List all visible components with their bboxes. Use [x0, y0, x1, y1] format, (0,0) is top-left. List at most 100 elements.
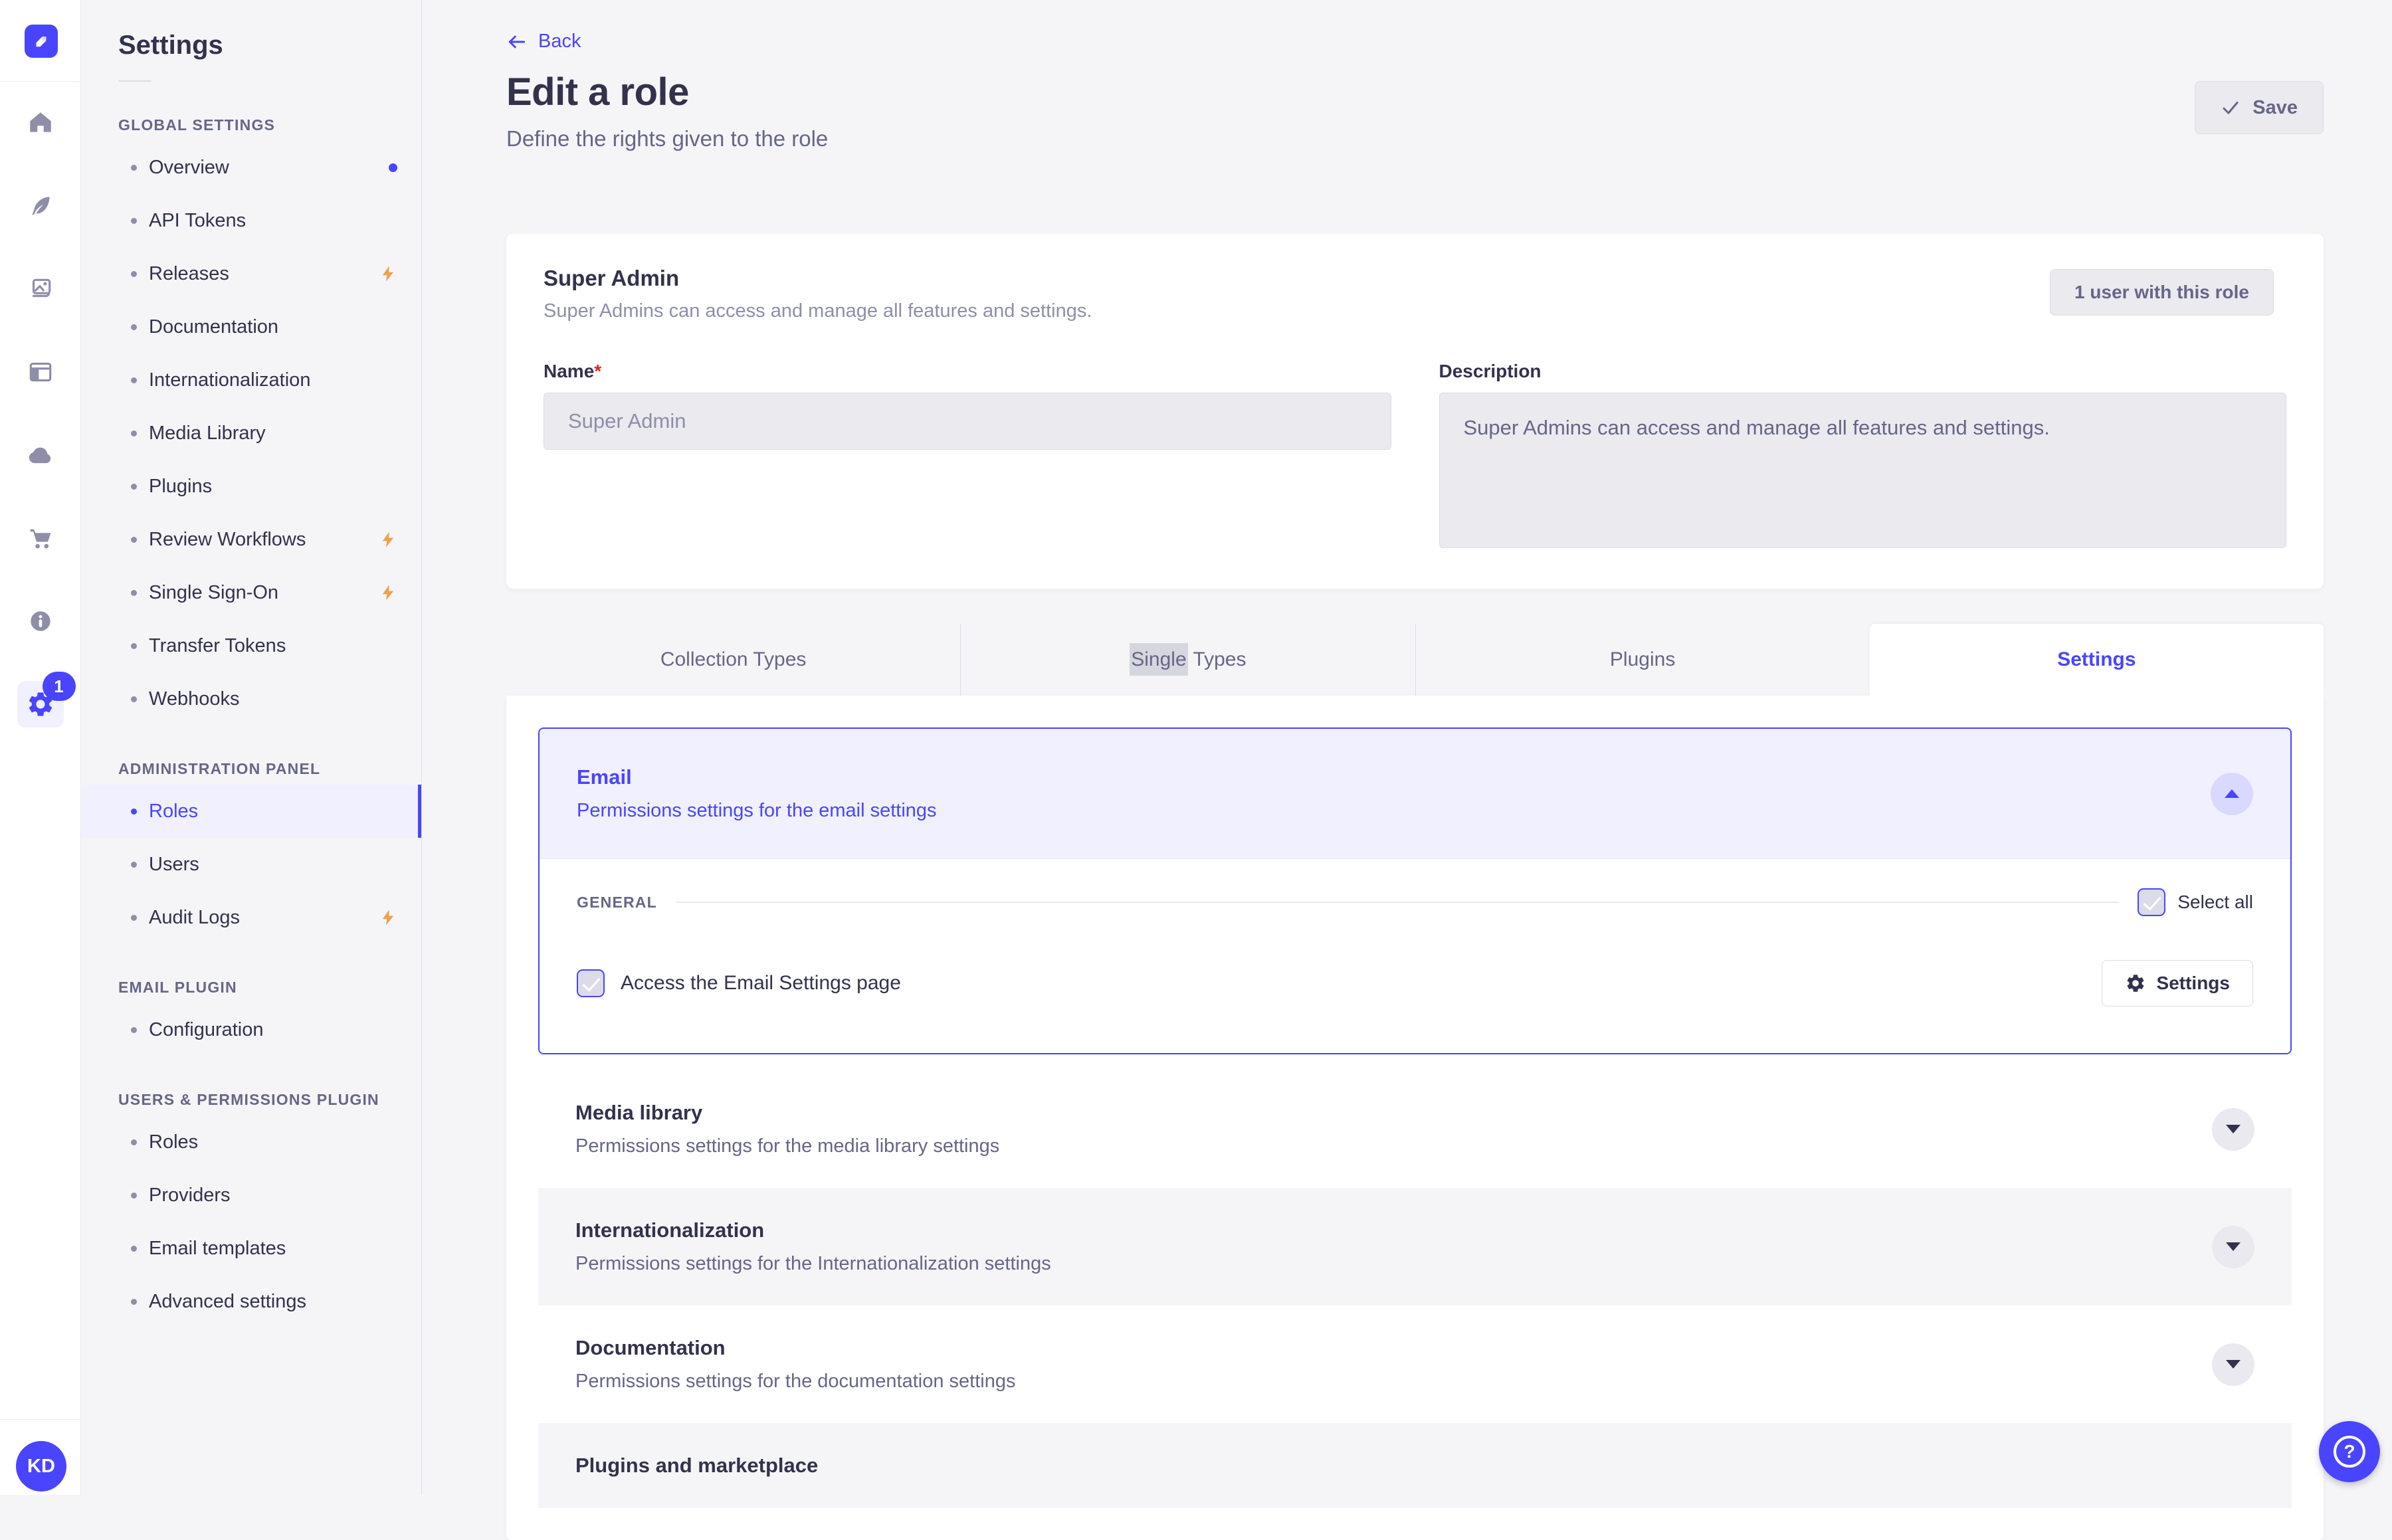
sidebar-item-documentation[interactable]: Documentation — [81, 300, 421, 353]
bullet-icon — [131, 536, 137, 543]
accordion-plugins-marketplace[interactable]: Plugins and marketplace — [538, 1423, 2292, 1508]
user-avatar[interactable]: KD — [16, 1441, 66, 1492]
notification-dot-icon — [389, 163, 397, 172]
arrow-left-icon — [508, 35, 526, 48]
section-label-administration-panel: ADMINISTRATION PANEL — [118, 760, 321, 777]
accordion-email-body: GENERAL Select all Access the Email Sett… — [540, 858, 2290, 1053]
sidebar-item-roles-admin[interactable]: Roles — [81, 785, 421, 838]
access-email-settings-label: Access the Email Settings page — [621, 972, 901, 994]
settings-permissions-panel: Email Permissions settings for the email… — [506, 696, 2324, 1540]
info-icon[interactable] — [17, 598, 64, 644]
lightning-icon — [379, 530, 397, 549]
sidebar-item-configuration[interactable]: Configuration — [81, 1003, 421, 1056]
lightning-icon — [379, 908, 397, 927]
sidebar-item-api-tokens[interactable]: API Tokens — [81, 194, 421, 247]
section-label-email-plugin: EMAIL PLUGIN — [118, 979, 237, 996]
back-link[interactable]: Back — [506, 31, 581, 52]
bullet-icon — [131, 1026, 137, 1033]
accordion-media-library[interactable]: Media library Permissions settings for t… — [538, 1070, 2292, 1188]
tab-plugins[interactable]: Plugins — [1415, 624, 1870, 696]
bullet-icon — [131, 589, 137, 596]
bullet-icon — [131, 808, 137, 815]
bullet-icon — [131, 696, 137, 702]
cloud-icon[interactable] — [17, 432, 64, 478]
chevron-up-icon — [2225, 789, 2239, 798]
email-settings-button[interactable]: Settings — [2101, 960, 2253, 1007]
select-all-checkbox[interactable] — [2138, 888, 2166, 916]
sidebar-item-releases[interactable]: Releases — [81, 247, 421, 300]
bullet-icon — [131, 270, 137, 277]
home-icon[interactable] — [17, 100, 64, 146]
role-name-input[interactable] — [544, 393, 1391, 450]
select-all-label: Select all — [2177, 892, 2253, 912]
expand-button[interactable] — [2212, 1343, 2254, 1386]
chevron-down-icon — [2226, 1360, 2241, 1369]
sidebar-item-media-library[interactable]: Media Library — [81, 407, 421, 460]
sidebar-item-overview[interactable]: Overview — [81, 141, 421, 194]
role-subtitle: Super Admins can access and manage all f… — [544, 300, 1092, 322]
sidebar-item-review-workflows[interactable]: Review Workflows — [81, 513, 421, 566]
bullet-icon — [131, 217, 137, 224]
section-divider-line — [675, 902, 2120, 903]
bullet-icon — [131, 642, 137, 649]
content-type-builder-layout-icon[interactable] — [17, 349, 64, 395]
sidebar-item-internationalization[interactable]: Internationalization — [81, 353, 421, 407]
lightning-icon — [379, 583, 397, 602]
main-nav-rail: 1 KD — [0, 0, 81, 1495]
access-email-settings-checkbox[interactable] — [577, 969, 605, 997]
sidebar-item-roles-up[interactable]: Roles — [81, 1115, 421, 1169]
tab-settings[interactable]: Settings — [1869, 624, 2324, 696]
settings-notification-badge: 1 — [42, 672, 76, 701]
strapi-logo-icon — [36, 37, 47, 47]
sidebar-item-advanced-settings[interactable]: Advanced settings — [81, 1275, 421, 1328]
tab-single-types[interactable]: Single Types — [960, 624, 1415, 696]
sidebar-item-providers[interactable]: Providers — [81, 1169, 421, 1222]
accordion-documentation[interactable]: Documentation Permissions settings for t… — [538, 1305, 2292, 1423]
accordion-email: Email Permissions settings for the email… — [538, 727, 2292, 1054]
rail-divider — [0, 1419, 80, 1420]
bullet-icon — [131, 164, 137, 171]
content-manager-feather-icon[interactable] — [17, 183, 64, 229]
sidebar-item-single-sign-on[interactable]: Single Sign-On — [81, 566, 421, 619]
accordion-internationalization[interactable]: Internationalization Permissions setting… — [538, 1188, 2292, 1305]
gear-icon — [2127, 975, 2143, 992]
subnav-title: Settings — [118, 31, 223, 60]
tab-collection-types[interactable]: Collection Types — [506, 624, 960, 696]
bullet-icon — [131, 1245, 137, 1252]
rail-divider — [0, 81, 80, 82]
help-button[interactable]: ? — [2319, 1421, 2380, 1482]
save-button[interactable]: Save — [2195, 81, 2324, 134]
sidebar-item-users[interactable]: Users — [81, 838, 421, 891]
required-asterisk: * — [594, 361, 602, 381]
sidebar-item-audit-logs[interactable]: Audit Logs — [81, 891, 421, 944]
main-content: Back Edit a role Define the rights given… — [423, 0, 2392, 1540]
settings-subnav: Settings GLOBAL SETTINGS Overview API To… — [81, 0, 422, 1495]
permissions-tabs: Collection Types Single Types Plugins Se… — [506, 624, 2324, 696]
sidebar-item-webhooks[interactable]: Webhooks — [81, 672, 421, 725]
bullet-icon — [131, 1298, 137, 1305]
users-with-role-button[interactable]: 1 user with this role — [2050, 269, 2274, 316]
expand-button[interactable] — [2212, 1107, 2254, 1151]
expand-button[interactable] — [2212, 1225, 2254, 1268]
accordion-email-description: Permissions settings for the email setti… — [577, 800, 937, 821]
subnav-divider — [118, 80, 151, 82]
chevron-down-icon — [2226, 1242, 2241, 1251]
check-icon — [2223, 102, 2239, 114]
back-label: Back — [538, 31, 581, 52]
strapi-logo[interactable] — [25, 25, 58, 58]
chevron-down-icon — [2226, 1125, 2241, 1133]
sidebar-item-transfer-tokens[interactable]: Transfer Tokens — [81, 619, 421, 672]
marketplace-cart-icon[interactable] — [17, 515, 64, 561]
media-library-images-icon[interactable] — [17, 266, 64, 312]
lightning-icon — [379, 264, 397, 283]
bullet-icon — [131, 483, 137, 490]
accordion-email-header[interactable]: Email Permissions settings for the email… — [540, 729, 2290, 858]
settings-gear-icon-active[interactable]: 1 — [17, 672, 76, 727]
bullet-icon — [131, 324, 137, 330]
collapse-button[interactable] — [2211, 772, 2253, 815]
role-description-textarea[interactable]: Super Admins can access and manage all f… — [1439, 393, 2286, 548]
role-details-card: Super Admin Super Admins can access and … — [506, 234, 2324, 589]
section-label-users-permissions-plugin: USERS & PERMISSIONS PLUGIN — [118, 1091, 379, 1108]
sidebar-item-email-templates[interactable]: Email templates — [81, 1222, 421, 1275]
sidebar-item-plugins[interactable]: Plugins — [81, 460, 421, 513]
